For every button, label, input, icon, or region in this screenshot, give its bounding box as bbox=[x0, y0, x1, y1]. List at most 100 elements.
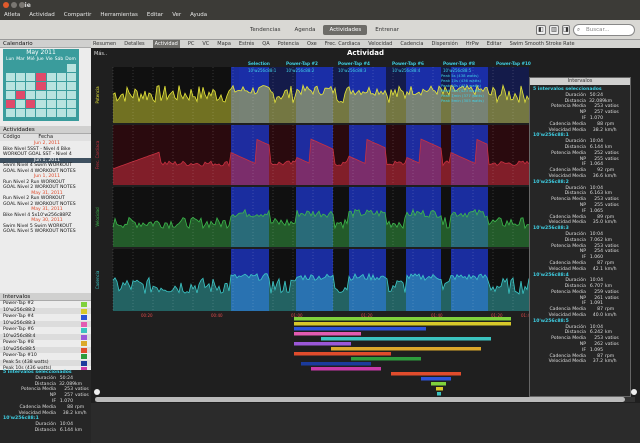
interval-sub-label[interactable]: 10'w256c88:3 bbox=[338, 68, 367, 73]
interval-bar[interactable] bbox=[294, 342, 351, 346]
calendar-day[interactable] bbox=[56, 91, 66, 99]
calendar-day[interactable] bbox=[46, 109, 56, 117]
menu-ver[interactable]: Ver bbox=[172, 11, 181, 20]
tab-actividades[interactable]: Actividades bbox=[323, 25, 368, 35]
calendar-day[interactable] bbox=[46, 82, 56, 90]
menu-actividad[interactable]: Actividad bbox=[29, 11, 55, 20]
calendar-day[interactable] bbox=[26, 73, 36, 81]
subtab-frec-cardiaca[interactable]: Frec. Cardiaca bbox=[325, 40, 360, 48]
subtab-dispersi-n[interactable]: Dispersión bbox=[432, 40, 458, 48]
sidebar-right-icon[interactable]: ◨ bbox=[562, 25, 570, 35]
subtab-potencia[interactable]: Potencia bbox=[278, 40, 299, 48]
subtab-actividad[interactable]: Actividad bbox=[152, 40, 180, 48]
activity-row[interactable]: GOAL Nivel 5 WORKOUT NOTES bbox=[0, 229, 91, 235]
scroll-thumb[interactable] bbox=[95, 397, 625, 402]
zoom-handle-left[interactable] bbox=[94, 389, 100, 395]
col-codigo[interactable]: Código bbox=[3, 134, 20, 141]
calendar-day[interactable] bbox=[56, 100, 66, 108]
calendar-day[interactable] bbox=[26, 100, 36, 108]
tab-tendencias[interactable]: Tendencias bbox=[244, 25, 286, 35]
calendar-day[interactable] bbox=[56, 64, 66, 72]
menu-herramientas[interactable]: Herramientas bbox=[100, 11, 137, 20]
interval-bar[interactable] bbox=[311, 367, 381, 371]
interval-bar[interactable] bbox=[431, 382, 446, 386]
calendar-day[interactable] bbox=[26, 91, 36, 99]
minimize-icon[interactable] bbox=[11, 2, 17, 8]
calendar-day[interactable] bbox=[36, 64, 46, 72]
subtab-qa[interactable]: QA bbox=[262, 40, 269, 48]
interval-label[interactable]: Power-Tap #10 bbox=[496, 61, 531, 66]
subtab-hrpw[interactable]: HrPw bbox=[466, 40, 479, 48]
calendar-day[interactable] bbox=[56, 109, 66, 117]
calendar-day[interactable] bbox=[6, 109, 16, 117]
more-button[interactable]: Más.. bbox=[94, 51, 107, 57]
subtab-velocidad[interactable]: Velocidad bbox=[368, 40, 392, 48]
interval-sub-label[interactable]: 10'w256c88:4 bbox=[392, 68, 421, 73]
calendar-day[interactable] bbox=[6, 82, 16, 90]
calendar-day[interactable] bbox=[16, 64, 26, 72]
interval-bar[interactable] bbox=[294, 322, 511, 326]
interval-label[interactable]: Power-Tap #8 bbox=[443, 61, 475, 66]
calendar-day[interactable] bbox=[46, 91, 56, 99]
interval-bar[interactable] bbox=[301, 362, 371, 366]
calendar-day[interactable] bbox=[26, 109, 36, 117]
menu-ayuda[interactable]: Ayuda bbox=[190, 11, 207, 20]
calendar-day[interactable] bbox=[26, 82, 36, 90]
calendar-day[interactable] bbox=[16, 91, 26, 99]
calendar-day[interactable] bbox=[36, 91, 46, 99]
subtab-detalles[interactable]: Detalles bbox=[124, 40, 144, 48]
subtab-resumen[interactable]: Resumen bbox=[93, 40, 116, 48]
calendar-day[interactable] bbox=[66, 73, 76, 81]
interval-bar[interactable] bbox=[436, 387, 443, 391]
calendar-day[interactable] bbox=[66, 91, 76, 99]
interval-label[interactable]: Power-Tap #4 bbox=[338, 61, 370, 66]
interval-bar[interactable] bbox=[331, 347, 481, 351]
calendar-day[interactable] bbox=[36, 82, 46, 90]
interval-bar[interactable] bbox=[294, 332, 361, 336]
subtab-cadencia[interactable]: Cadencia bbox=[400, 40, 423, 48]
layout-icon[interactable]: ▥ bbox=[549, 25, 559, 35]
interval-sub-label[interactable]: 10'w256c88:2 bbox=[286, 68, 315, 73]
subtab-estr-s[interactable]: Estrés bbox=[239, 40, 254, 48]
calendar-day[interactable] bbox=[6, 73, 16, 81]
calendar-day[interactable] bbox=[36, 73, 46, 81]
interval-bar[interactable] bbox=[294, 317, 511, 321]
search-input[interactable]: ⌕ Buscar... bbox=[573, 24, 635, 36]
calendar-day[interactable] bbox=[6, 64, 16, 72]
interval-label[interactable]: Power-Tap #2 bbox=[286, 61, 318, 66]
calendar-day[interactable] bbox=[36, 100, 46, 108]
interval-bar[interactable] bbox=[351, 357, 421, 361]
menu-atleta[interactable]: Atleta bbox=[4, 11, 20, 20]
maximize-icon[interactable] bbox=[19, 2, 25, 8]
subtab-oxe[interactable]: Oxe bbox=[307, 40, 317, 48]
calendar-day[interactable] bbox=[36, 109, 46, 117]
horizontal-scrollbar[interactable] bbox=[95, 397, 635, 402]
calendar-day[interactable] bbox=[16, 100, 26, 108]
calendar-day[interactable] bbox=[16, 109, 26, 117]
calendar-day[interactable] bbox=[66, 64, 76, 72]
col-fecha[interactable]: Fecha bbox=[38, 134, 53, 141]
menu-editar[interactable]: Editar bbox=[147, 11, 163, 20]
interval-bar[interactable] bbox=[294, 352, 391, 356]
interval-sub-label[interactable]: 10'w256c88:1 bbox=[248, 68, 277, 73]
subtab-editar[interactable]: Editar bbox=[487, 40, 502, 48]
interval-bar[interactable] bbox=[321, 337, 491, 341]
calendar-day[interactable] bbox=[56, 73, 66, 81]
interval-label[interactable]: Selection bbox=[248, 61, 270, 66]
subtab-mapa[interactable]: Mapa bbox=[217, 40, 231, 48]
calendar-day[interactable] bbox=[66, 109, 76, 117]
tab-entrenar[interactable]: Entrenar bbox=[369, 25, 405, 35]
calendar-day[interactable] bbox=[56, 82, 66, 90]
interval-bar[interactable] bbox=[391, 372, 461, 376]
calendar-day[interactable] bbox=[46, 64, 56, 72]
calendar-day[interactable] bbox=[26, 64, 36, 72]
zoom-handle-right[interactable] bbox=[631, 389, 637, 395]
tab-agenda[interactable]: Agenda bbox=[288, 25, 321, 35]
calendar-day[interactable] bbox=[16, 82, 26, 90]
interval-label[interactable]: Power-Tap #6 bbox=[392, 61, 424, 66]
calendar-day[interactable] bbox=[6, 91, 16, 99]
calendar-day[interactable] bbox=[66, 82, 76, 90]
close-icon[interactable] bbox=[3, 2, 9, 8]
calendar-day[interactable] bbox=[46, 100, 56, 108]
interval-bar[interactable] bbox=[294, 327, 426, 331]
